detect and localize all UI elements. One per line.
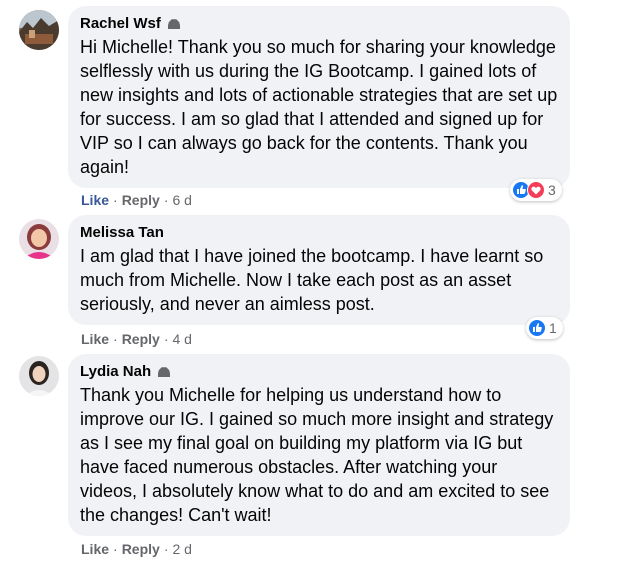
comment-author[interactable]: Rachel Wsf xyxy=(80,14,558,34)
avatar[interactable] xyxy=(19,10,59,50)
like-button[interactable]: Like xyxy=(81,331,109,347)
separator: · xyxy=(113,192,118,208)
author-name[interactable]: Melissa Tan xyxy=(80,223,164,243)
timestamp[interactable]: 6 d xyxy=(172,192,191,208)
like-button[interactable]: Like xyxy=(81,192,109,208)
comment-bubble: Lydia Nah Thank you Michelle for helping… xyxy=(68,354,570,536)
reply-button[interactable]: Reply xyxy=(122,192,160,208)
avatar[interactable] xyxy=(19,356,59,396)
reply-button[interactable]: Reply xyxy=(122,331,160,347)
timestamp[interactable]: 2 d xyxy=(172,541,191,557)
comment-actions: Like · Reply · 4 d xyxy=(81,331,192,347)
top-fan-badge-icon xyxy=(158,367,171,377)
separator: · xyxy=(113,541,118,557)
reaction-count: 1 xyxy=(549,320,557,336)
separator: · xyxy=(113,331,118,347)
separator: · xyxy=(163,192,169,208)
like-button[interactable]: Like xyxy=(81,541,109,557)
comment-text: Thank you Michelle for helping us unders… xyxy=(80,385,554,525)
reaction-summary[interactable]: 3 xyxy=(510,179,562,201)
timestamp[interactable]: 4 d xyxy=(172,331,191,347)
reaction-count: 3 xyxy=(548,182,556,198)
like-icon xyxy=(528,319,546,337)
comment-text: Hi Michelle! Thank you so much for shari… xyxy=(80,37,558,177)
reply-button[interactable]: Reply xyxy=(122,541,160,557)
avatar[interactable] xyxy=(19,219,59,259)
separator: · xyxy=(163,541,169,557)
author-name[interactable]: Rachel Wsf xyxy=(80,14,161,34)
comment-bubble: Rachel Wsf Hi Michelle! Thank you so muc… xyxy=(68,6,570,188)
comment-actions: Like · Reply · 2 d xyxy=(81,541,192,557)
comment-actions: Like · Reply · 6 d xyxy=(81,192,192,208)
author-name[interactable]: Lydia Nah xyxy=(80,362,151,382)
comment-author[interactable]: Lydia Nah xyxy=(80,362,558,382)
comment-author[interactable]: Melissa Tan xyxy=(80,223,558,243)
comment-bubble: Melissa Tan I am glad that I have joined… xyxy=(68,215,570,325)
comment-text: I am glad that I have joined the bootcam… xyxy=(80,246,544,314)
separator: · xyxy=(163,331,169,347)
top-fan-badge-icon xyxy=(167,19,180,29)
reaction-summary[interactable]: 1 xyxy=(526,317,563,339)
love-icon xyxy=(527,181,545,199)
